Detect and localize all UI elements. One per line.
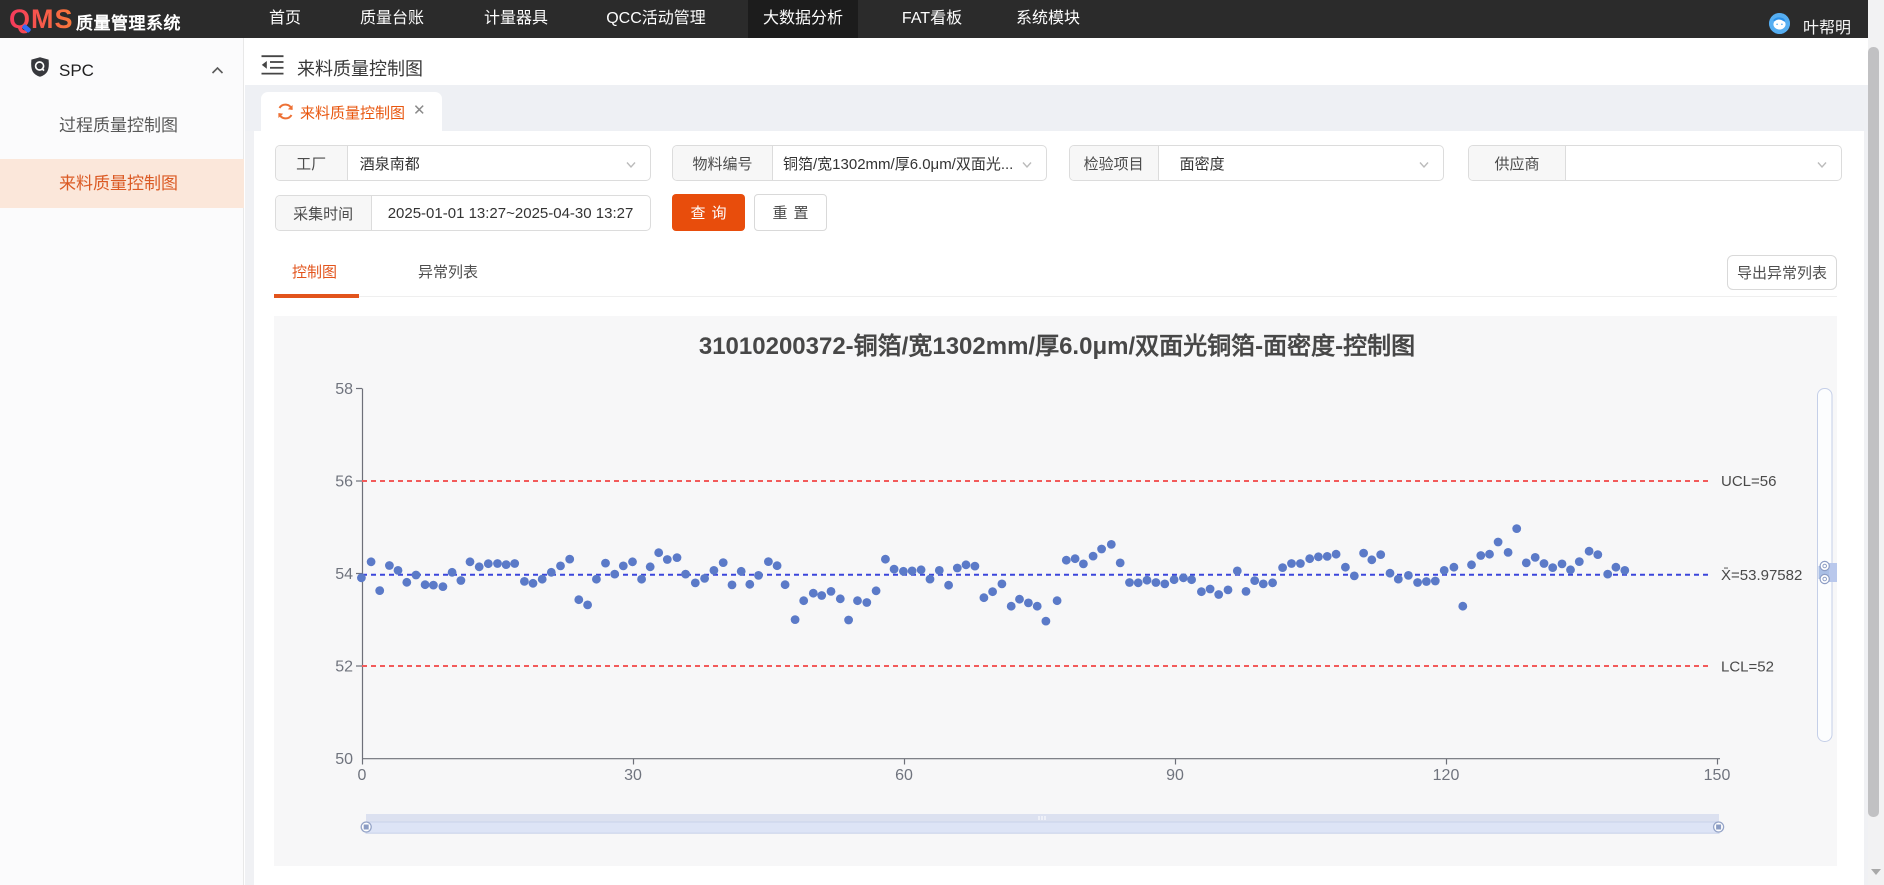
svg-text:150: 150: [1704, 767, 1731, 784]
svg-text:31010200372-铜箔/宽1302mm/厚6.0μm/: 31010200372-铜箔/宽1302mm/厚6.0μm/双面光铜箔-面密度-…: [699, 332, 1415, 360]
svg-text:120: 120: [1433, 767, 1460, 784]
svg-text:60: 60: [895, 767, 913, 784]
svg-text:30: 30: [624, 767, 642, 784]
svg-text:90: 90: [1166, 767, 1184, 784]
svg-text:52: 52: [335, 659, 353, 676]
svg-text:58: 58: [335, 381, 353, 398]
svg-text:50: 50: [335, 751, 353, 768]
svg-text:LCL=52: LCL=52: [1721, 659, 1774, 676]
svg-text:UCL=56: UCL=56: [1721, 473, 1776, 490]
svg-text:0: 0: [358, 767, 367, 784]
svg-text:56: 56: [335, 474, 353, 491]
svg-text:54: 54: [335, 566, 353, 583]
svg-text:X̄=53.97582: X̄=53.97582: [1721, 567, 1802, 584]
